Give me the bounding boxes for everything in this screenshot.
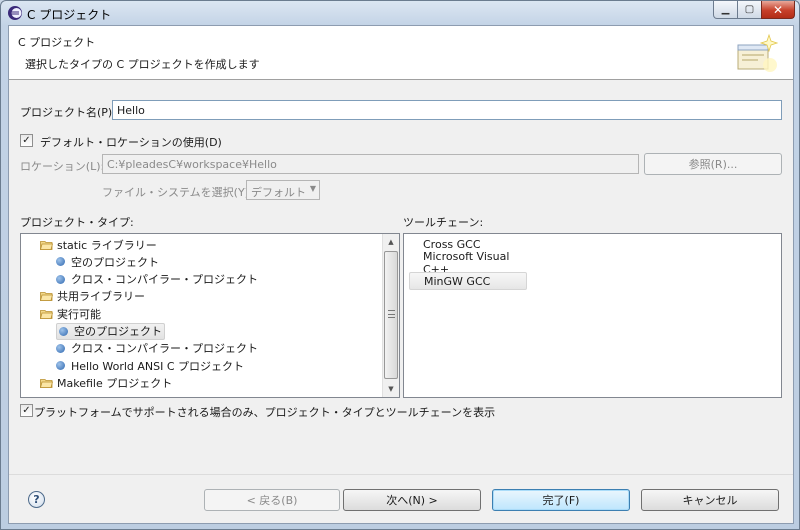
project-type-icon (56, 361, 65, 371)
wizard-banner-icon (737, 33, 778, 72)
location-input[interactable]: C:¥pleadesC¥workspace¥Hello (102, 154, 639, 174)
maximize-button[interactable]: ▢ (737, 1, 762, 19)
tree-folder-item[interactable]: 実行可能 (40, 305, 101, 322)
tree-item-label: 空のプロジェクト (71, 255, 159, 269)
tree-item-label: 実行可能 (57, 307, 101, 321)
browse-button[interactable]: 参照(R)... (644, 153, 782, 175)
banner-title: C プロジェクト (18, 36, 96, 49)
button-bar-separator (9, 474, 793, 475)
maximize-icon: ▢ (744, 4, 755, 15)
filesystem-selected-value: デフォルト (251, 186, 306, 199)
scroll-up-arrow-icon[interactable]: ▲ (383, 234, 399, 250)
close-button[interactable]: ✕ (761, 1, 795, 19)
tree-project-item[interactable]: Hello World ANSI C プロジェクト (56, 357, 244, 374)
tree-folder-item[interactable]: 共用ライブラリー (40, 288, 145, 305)
toolchain-list[interactable]: Cross GCC Microsoft Visual C++ MinGW GCC (403, 233, 782, 398)
tree-item-label: クロス・コンパイラー・プロジェクト (71, 342, 258, 356)
tree-project-item[interactable]: 空のプロジェクト (56, 253, 159, 270)
scrollbar-thumb[interactable] (384, 251, 398, 379)
filter-checkbox-label: プラットフォームでサポートされる場合のみ、プロジェクト・タイプとツールチェーンを… (34, 406, 496, 419)
tree-scrollbar[interactable]: ▲ ▼ (382, 234, 399, 397)
project-type-icon (56, 343, 65, 353)
tree-item-label: Makefile プロジェクト (57, 376, 173, 390)
title-bar[interactable]: C プロジェクト ▁ ▢ ✕ (1, 1, 799, 25)
back-button[interactable]: < 戻る(B) (204, 489, 340, 511)
wizard-banner: C プロジェクト 選択したタイプの C プロジェクトを作成します (9, 26, 793, 80)
tree-item-label: static ライブラリー (57, 238, 157, 252)
tree-item-label: 空のプロジェクト (74, 325, 162, 338)
window-title: C プロジェクト (27, 8, 112, 22)
toolchain-list-item[interactable]: Microsoft Visual C++ (409, 250, 527, 276)
filesystem-select[interactable]: デフォルト ▼ (246, 180, 320, 200)
location-label: ロケーション(L): (20, 160, 105, 173)
tree-item-label: 共用ライブラリー (57, 290, 145, 304)
filesystem-label: ファイル・システムを選択(Y): (102, 186, 253, 199)
default-location-checkbox[interactable]: ✓ (20, 134, 33, 147)
folder-open-icon (40, 292, 53, 302)
chevron-down-icon: ▼ (309, 184, 316, 193)
toolchain-label: MinGW GCC (424, 274, 491, 288)
minimize-button[interactable]: ▁ (713, 1, 738, 19)
default-location-label: デフォルト・ロケーションの使用(D) (40, 136, 222, 149)
close-icon: ✕ (772, 2, 784, 17)
tree-folder-item[interactable]: static ライブラリー (40, 236, 157, 253)
dialog-window: C プロジェクト ▁ ▢ ✕ C プロジェクト 選択したタイプの C プロジェク… (0, 0, 800, 530)
cancel-button[interactable]: キャンセル (641, 489, 779, 511)
project-types-header: プロジェクト・タイプ: (20, 216, 134, 229)
folder-open-icon (40, 309, 53, 319)
tree-folder-item[interactable]: Makefile プロジェクト (40, 374, 172, 391)
tree-project-item[interactable]: 空のプロジェクト (56, 322, 165, 340)
filter-checkbox[interactable]: ✓ (20, 404, 33, 417)
folder-open-icon (40, 378, 53, 388)
project-type-icon (56, 257, 65, 267)
folder-open-icon (40, 240, 53, 250)
project-type-tree[interactable]: static ライブラリー 空のプロジェクト クロス・コンパイラー・プロジェクト 共用… (20, 233, 400, 398)
project-name-input[interactable]: Hello (112, 100, 782, 120)
tree-project-item[interactable]: クロス・コンパイラー・プロジェクト (56, 271, 258, 288)
banner-description: 選択したタイプの C プロジェクトを作成します (25, 58, 260, 71)
toolchain-list-item[interactable]: MinGW GCC (409, 272, 527, 290)
toolchains-header: ツールチェーン: (403, 216, 484, 229)
grip-icon (388, 310, 395, 318)
project-type-icon (59, 326, 68, 336)
scroll-down-arrow-icon[interactable]: ▼ (383, 381, 399, 397)
next-button[interactable]: 次へ(N) > (343, 489, 481, 511)
tree-item-label: Hello World ANSI C プロジェクト (71, 359, 245, 373)
project-name-label: プロジェクト名(P): (20, 106, 116, 119)
dialog-client-area: C プロジェクト 選択したタイプの C プロジェクトを作成します プロジェクト名… (8, 25, 794, 524)
project-type-icon (56, 274, 65, 284)
finish-button[interactable]: 完了(F) (492, 489, 630, 511)
minimize-icon: ▁ (721, 4, 730, 15)
eclipse-app-icon (8, 6, 22, 20)
help-icon[interactable]: ? (28, 491, 45, 508)
tree-project-item[interactable]: クロス・コンパイラー・プロジェクト (56, 340, 258, 357)
tree-item-label: クロス・コンパイラー・プロジェクト (71, 273, 258, 287)
